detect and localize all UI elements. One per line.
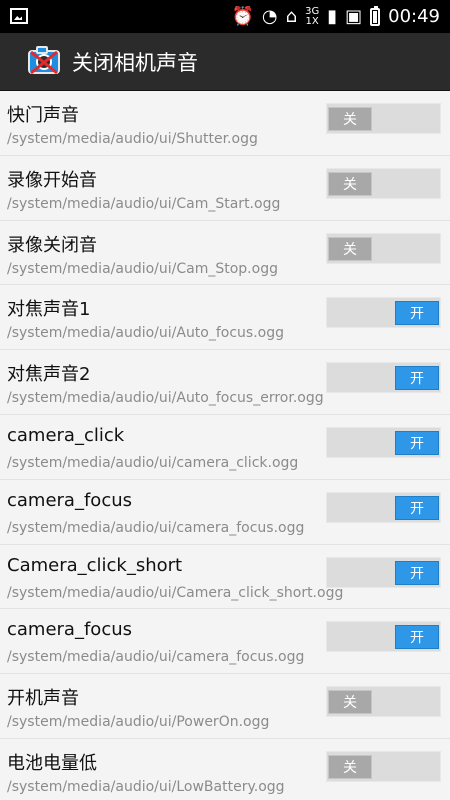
toggle-switch[interactable]: 开 (326, 556, 441, 588)
camera-icon (28, 46, 60, 75)
toggle-knob[interactable]: 开 (395, 560, 439, 585)
item-path: /system/media/audio/ui/camera_focus.ogg (7, 649, 305, 666)
list-item[interactable]: 录像开始音 /system/media/audio/ui/Cam_Start.o… (0, 156, 450, 221)
item-title: 对焦声音1 (7, 299, 91, 321)
toggle-knob[interactable]: 开 (395, 301, 439, 326)
item-title: 开机声音 (7, 688, 79, 710)
item-title: Camera_click_short (7, 554, 183, 576)
toggle-knob[interactable]: 关 (328, 690, 372, 715)
item-title: camera_focus (7, 489, 132, 511)
toggle-switch[interactable]: 开 (326, 426, 441, 458)
toggle-switch[interactable]: 开 (326, 621, 441, 653)
wifi-icon: ◔ (261, 5, 278, 27)
toggle-switch[interactable]: 关 (326, 103, 441, 134)
sound-list: 快门声音 /system/media/audio/ui/Shutter.ogg … (0, 91, 450, 800)
toggle-knob[interactable]: 开 (395, 430, 439, 455)
list-item[interactable]: 对焦声音2 /system/media/audio/ui/Auto_focus_… (0, 350, 450, 415)
item-title: 录像关闭音 (7, 234, 97, 256)
toggle-switch[interactable]: 关 (326, 232, 441, 264)
battery-icon (370, 5, 381, 26)
status-bar: ⏰ ◔ ⌂ 3G 1X ▮ ▣ 00:49 (0, 0, 450, 33)
list-item[interactable]: camera_focus /system/media/audio/ui/came… (0, 609, 450, 675)
status-time: 00:49 (388, 6, 440, 27)
gallery-icon (10, 8, 28, 24)
list-item[interactable]: 电池电量低 /system/media/audio/ui/LowBattery.… (0, 739, 450, 800)
toggle-switch[interactable]: 关 (326, 750, 441, 782)
item-title: camera_focus (7, 619, 132, 641)
list-item[interactable]: 快门声音 /system/media/audio/ui/Shutter.ogg … (0, 91, 450, 156)
item-path: /system/media/audio/ui/Shutter.ogg (7, 131, 258, 147)
item-path: /system/media/audio/ui/Cam_Stop.ogg (7, 260, 278, 277)
list-item[interactable]: 对焦声音1 /system/media/audio/ui/Auto_focus.… (0, 285, 450, 351)
signal-icon: ▮ (327, 5, 338, 27)
item-title: 快门声音 (7, 105, 79, 126)
toggle-switch[interactable]: 开 (326, 491, 441, 523)
toggle-switch[interactable]: 关 (326, 167, 441, 199)
item-path: /system/media/audio/ui/camera_focus.ogg (7, 519, 305, 536)
item-path: /system/media/audio/ui/camera_click.ogg (7, 454, 299, 471)
list-item[interactable]: camera_focus /system/media/audio/ui/came… (0, 480, 450, 545)
toggle-knob[interactable]: 关 (328, 107, 372, 131)
item-title: 录像开始音 (7, 169, 97, 191)
item-title: 对焦声音2 (7, 364, 91, 386)
item-path: /system/media/audio/ui/PowerOn.ogg (7, 714, 270, 731)
status-icons: ⏰ ◔ ⌂ 3G 1X ▮ ▣ 00:49 (231, 4, 440, 29)
network-label: 3G 1X (305, 5, 320, 27)
toggle-knob[interactable]: 开 (395, 495, 439, 520)
item-title: camera_click (7, 424, 125, 446)
list-item[interactable]: 开机声音 /system/media/audio/ui/PowerOn.ogg … (0, 674, 450, 739)
list-item[interactable]: camera_click /system/media/audio/ui/came… (0, 415, 450, 480)
home-icon: ⌂ (285, 5, 298, 27)
item-path: /system/media/audio/ui/Auto_focus.ogg (7, 325, 285, 342)
toggle-switch[interactable]: 关 (326, 686, 441, 718)
list-item[interactable]: 录像关闭音 /system/media/audio/ui/Cam_Stop.og… (0, 221, 450, 286)
alarm-icon: ⏰ (231, 5, 254, 27)
list-item[interactable]: Camera_click_short /system/media/audio/u… (0, 545, 450, 610)
toggle-switch[interactable]: 开 (326, 297, 441, 329)
item-path: /system/media/audio/ui/Camera_click_shor… (7, 584, 344, 601)
toggle-knob[interactable]: 开 (395, 366, 439, 391)
toggle-switch[interactable]: 开 (326, 362, 441, 394)
item-path: /system/media/audio/ui/LowBattery.ogg (7, 778, 285, 795)
toggle-knob[interactable]: 关 (328, 236, 372, 261)
toggle-knob[interactable]: 关 (328, 171, 372, 196)
toggle-knob[interactable]: 关 (328, 754, 372, 779)
item-path: /system/media/audio/ui/Auto_focus_error.… (7, 390, 324, 407)
sim-icon: ▣ (345, 5, 363, 27)
toggle-knob[interactable]: 开 (395, 625, 439, 650)
app-bar: 关闭相机声音 (0, 33, 450, 91)
app-title: 关闭相机声音 (72, 51, 198, 75)
item-title: 电池电量低 (7, 752, 97, 774)
item-path: /system/media/audio/ui/Cam_Start.ogg (7, 195, 281, 212)
